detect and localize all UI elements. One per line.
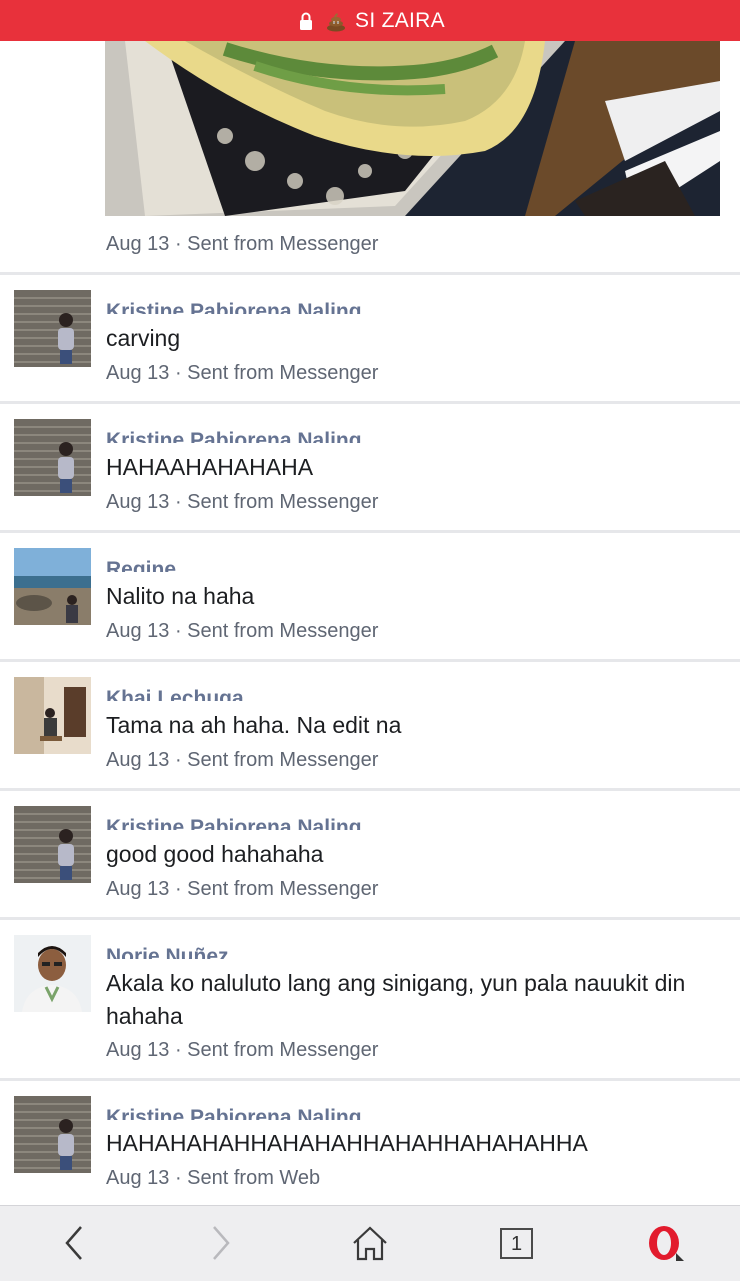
comment-meta: Aug 13 · Sent from Messenger bbox=[106, 620, 379, 642]
avatar[interactable] bbox=[14, 419, 91, 496]
avatar-image bbox=[14, 677, 91, 754]
forward-arrow-icon[interactable] bbox=[200, 1223, 240, 1263]
comment-text: HAHAHAHAHHAHAHAHHAHAHHAHAHAHHA bbox=[106, 1130, 588, 1156]
poop-emoji-icon bbox=[327, 12, 346, 31]
comment-meta: Aug 13 · Sent from Messenger bbox=[106, 362, 379, 384]
avatar-image bbox=[14, 1096, 91, 1173]
avatar[interactable] bbox=[14, 677, 91, 754]
avatar[interactable] bbox=[14, 548, 91, 625]
commenter-name[interactable]: Khai Lechuga bbox=[106, 683, 244, 701]
avatar-image bbox=[14, 935, 91, 1012]
back-arrow-icon[interactable] bbox=[55, 1223, 95, 1263]
home-icon[interactable] bbox=[350, 1223, 390, 1263]
commenter-name[interactable]: Regine bbox=[106, 554, 176, 572]
avatar[interactable] bbox=[14, 806, 91, 883]
opera-logo-icon[interactable] bbox=[646, 1223, 686, 1263]
comment-text: Nalito na haha bbox=[106, 583, 255, 609]
comment-text: carving bbox=[106, 325, 181, 351]
commenter-name[interactable]: Norie Nuñez bbox=[106, 941, 229, 959]
avatar[interactable] bbox=[14, 935, 91, 1012]
divider bbox=[0, 1078, 740, 1081]
avatar[interactable] bbox=[14, 1096, 91, 1173]
divider bbox=[0, 659, 740, 662]
divider bbox=[0, 530, 740, 533]
divider bbox=[0, 401, 740, 404]
comment-meta: Aug 13 · Sent from Messenger bbox=[106, 749, 379, 771]
comment-meta: Aug 13 · Sent from Web bbox=[106, 1167, 321, 1189]
divider bbox=[0, 272, 740, 275]
tabs-button[interactable]: 1 bbox=[500, 1228, 533, 1259]
comment-text: Tama na ah haha. Na edit na bbox=[106, 712, 402, 738]
commenter-name[interactable]: Kristine Pabiorena Naling bbox=[106, 425, 362, 443]
avatar-image bbox=[14, 290, 91, 367]
commenter-name[interactable]: Kristine Pabiorena Naling bbox=[106, 812, 362, 830]
comment-meta: Aug 13 · Sent from Messenger bbox=[106, 878, 379, 900]
page-title: SI ZAIRA bbox=[355, 8, 445, 32]
commenter-name[interactable]: Kristine Pabiorena Naling bbox=[106, 1102, 362, 1120]
comment-meta: Aug 13 · Sent from Messenger bbox=[106, 491, 379, 513]
food-photo-image bbox=[105, 41, 720, 216]
divider bbox=[0, 917, 740, 920]
post-meta: Aug 13 · Sent from Messenger bbox=[106, 233, 379, 255]
divider bbox=[0, 788, 740, 791]
comment-text: good good hahahaha bbox=[106, 841, 324, 867]
comment-text: Akala ko naluluto lang ang sinigang, yun… bbox=[106, 970, 686, 1029]
avatar[interactable] bbox=[14, 290, 91, 367]
comment-meta: Aug 13 · Sent from Messenger bbox=[106, 1039, 379, 1061]
comment-text: HAHAAHAHAHAHA bbox=[106, 454, 314, 480]
lock-icon bbox=[300, 12, 313, 30]
address-bar[interactable]: SI ZAIRA bbox=[0, 0, 740, 41]
post-photo[interactable] bbox=[105, 41, 720, 216]
avatar-image bbox=[14, 548, 91, 625]
avatar-image bbox=[14, 419, 91, 496]
avatar-image bbox=[14, 806, 91, 883]
commenter-name[interactable]: Kristine Pabiorena Naling bbox=[106, 296, 362, 314]
